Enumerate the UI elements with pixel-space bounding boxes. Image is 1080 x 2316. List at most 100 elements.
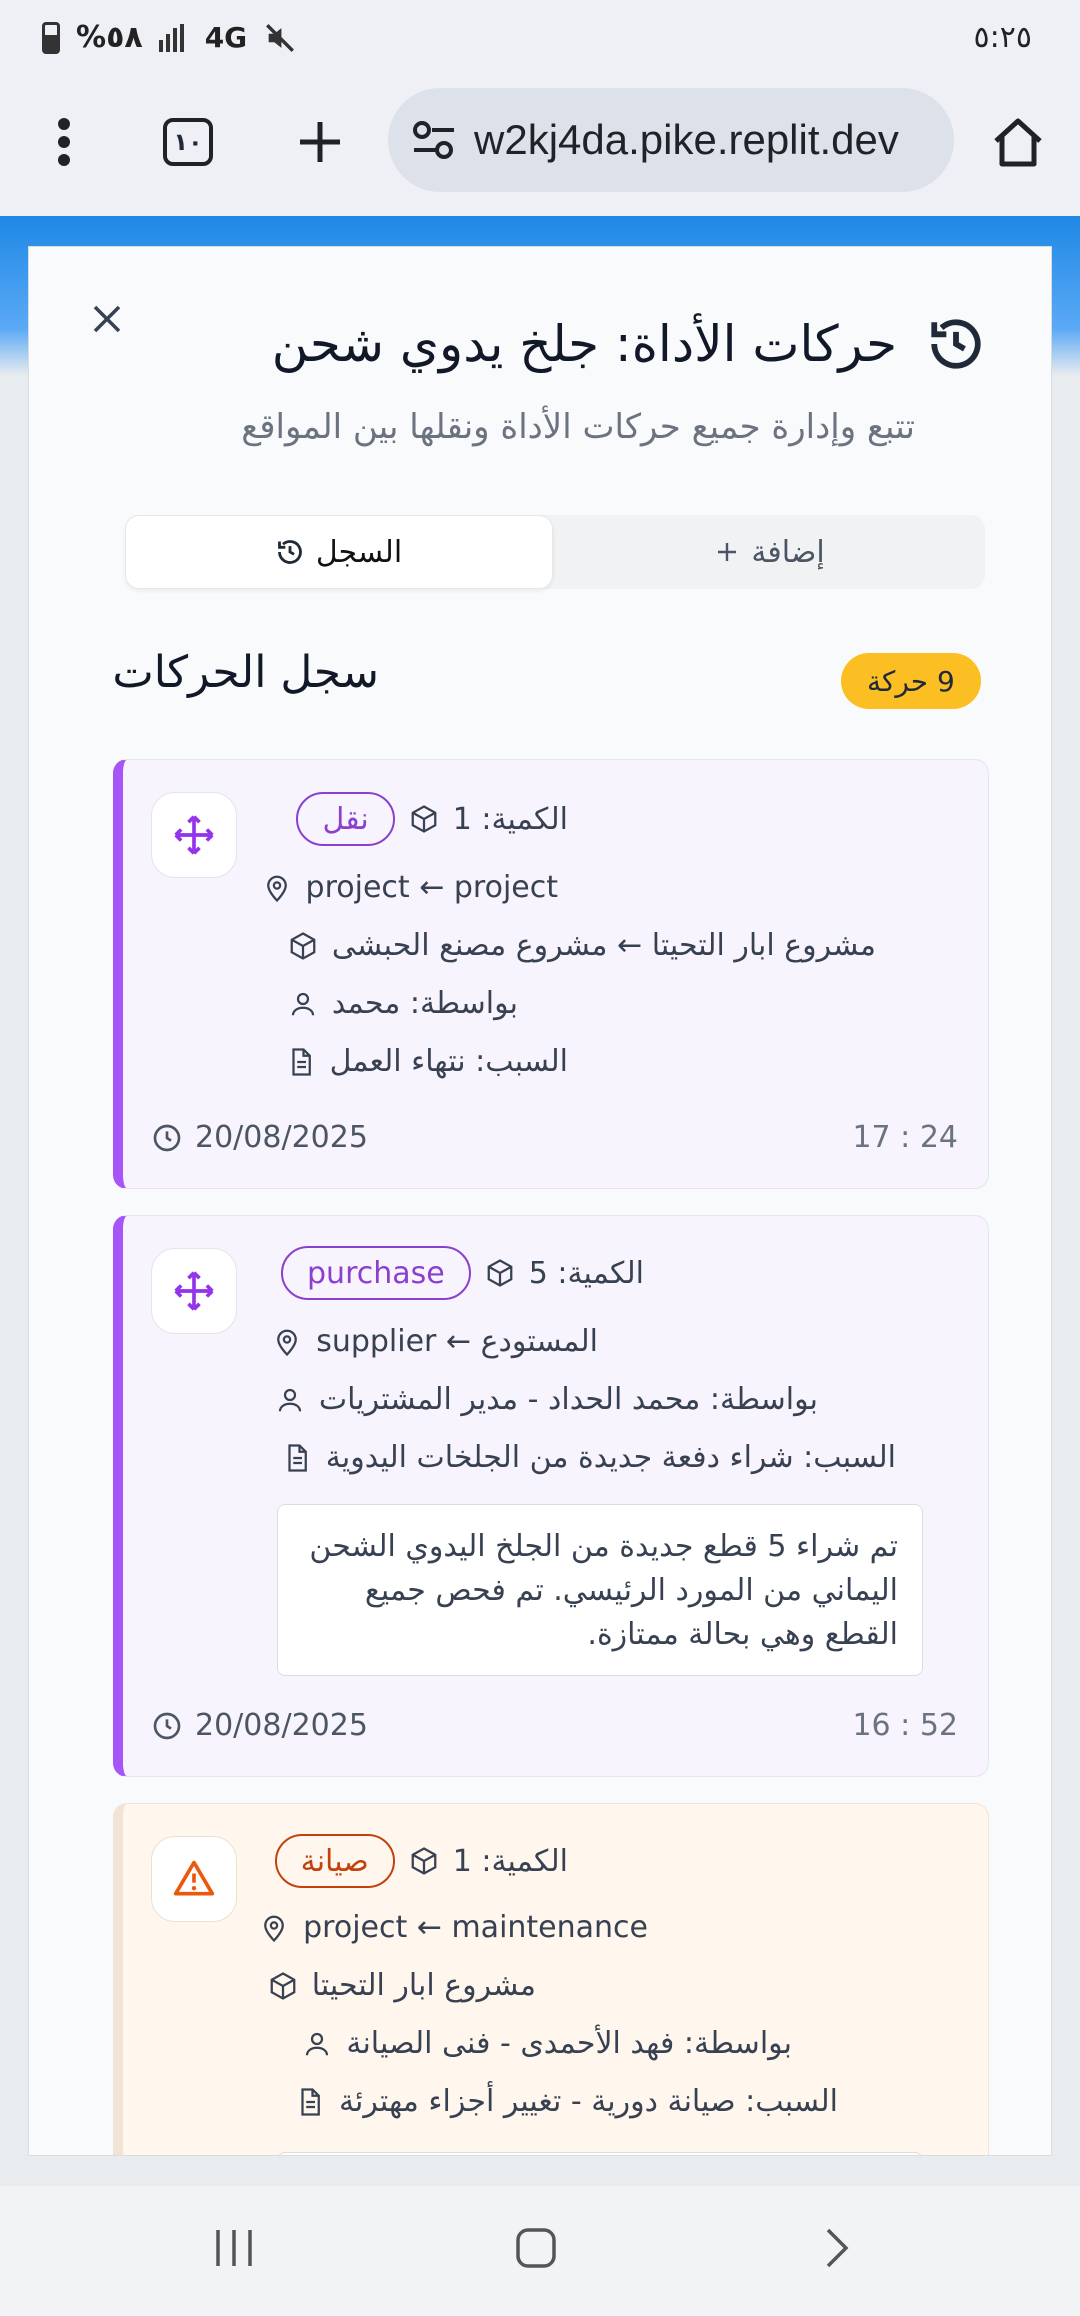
dialog-subtitle: تتبع وإدارة جميع حركات الأداة ونقلها بين… — [241, 407, 915, 447]
reason-row: السبب: صيانة دورية - تغيير أجزاء مهترئة — [295, 2084, 838, 2119]
plus-icon — [718, 543, 737, 561]
by-row: بواسطة: محمد الحداد - مدير المشتريات — [275, 1382, 818, 1417]
history-icon — [931, 319, 981, 369]
locations: supplier ← المستودع — [316, 1324, 598, 1359]
url-text: w2kj4da.pike.replit.dev — [474, 116, 899, 163]
locations-row: project ← project — [262, 870, 558, 905]
tabs-button[interactable]: ١٠ — [158, 112, 218, 172]
package-icon — [411, 805, 437, 833]
status-bar: %٥٨ 4G ٥:٢٥ — [0, 0, 1080, 80]
move-icon — [151, 1248, 237, 1334]
movement-type-badge: نقل — [296, 792, 395, 846]
network-type: 4G — [204, 21, 248, 54]
dialog-header: حركات الأداة: جلخ يدوي شحن — [272, 315, 985, 373]
new-tab-button[interactable] — [290, 112, 350, 172]
movement-card: الكمية: 1 صيانة project ← maintenance مش… — [113, 1803, 989, 2155]
movement-notes — [277, 2152, 923, 2155]
movement-date: 20/08/2025 — [195, 1120, 368, 1155]
tab-add[interactable]: إضافة — [555, 515, 985, 589]
site-settings-icon[interactable] — [412, 120, 456, 160]
close-icon[interactable] — [91, 295, 123, 346]
by-row: بواسطة: محمد — [288, 986, 518, 1021]
home-nav-icon[interactable] — [514, 2226, 558, 2270]
quantity: الكمية: 1 — [452, 801, 568, 837]
section-title: سجل الحركات — [112, 647, 379, 698]
map-pin-icon — [266, 875, 287, 902]
date-row: 20/08/2025 — [151, 1120, 368, 1155]
history-icon — [277, 540, 302, 564]
move-icon — [151, 792, 237, 878]
tab-history-label: السجل — [315, 534, 403, 570]
tab-count: ١٠ — [173, 128, 203, 156]
map-pin-icon — [264, 1915, 285, 1942]
movement-type-badge: purchase — [281, 1246, 471, 1300]
quantity-row: الكمية: 1 صيانة — [274, 1834, 568, 1888]
recent-apps-icon[interactable] — [212, 2226, 256, 2270]
package-icon — [487, 1259, 513, 1287]
warning-icon — [151, 1836, 237, 1922]
quantity-row: الكمية: 1 نقل — [296, 792, 568, 846]
clock-icon — [153, 1124, 181, 1151]
tabs-list: السجل إضافة — [125, 515, 985, 589]
locations: project ← project — [305, 870, 558, 905]
map-pin-icon — [277, 1329, 298, 1356]
home-icon — [994, 118, 1042, 167]
by-row: بواسطة: فهد الأحمدى - فنى الصيانة — [302, 2026, 792, 2061]
clock-icon — [153, 1712, 181, 1739]
tab-add-label: إضافة — [751, 534, 825, 570]
movement-date: 20/08/2025 — [195, 1708, 368, 1743]
clock-time: ٥:٢٥ — [973, 20, 1032, 55]
locations: project ← maintenance — [303, 1910, 648, 1945]
package-icon — [270, 1971, 296, 2000]
document-icon — [288, 1443, 307, 1472]
tabs-icon: ١٠ — [163, 118, 213, 166]
movement-time: 16 : 52 — [852, 1708, 958, 1743]
user-icon — [291, 992, 314, 1015]
performed-by: بواسطة: محمد — [331, 986, 518, 1021]
projects-row: مشروع ابار التحيتا ← مشروع مصنع الحبشى — [288, 928, 876, 963]
plus-icon — [300, 122, 340, 162]
document-icon — [301, 2087, 320, 2116]
reason: السبب: شراء دفعة جديدة من الجلخات اليدوي… — [325, 1440, 896, 1475]
user-icon — [306, 2032, 329, 2055]
date-row: 20/08/2025 — [151, 1708, 368, 1743]
more-vert-icon[interactable] — [34, 112, 94, 172]
battery-icon — [42, 21, 60, 54]
performed-by: بواسطة: محمد الحداد - مدير المشتريات — [318, 1382, 818, 1417]
signal-icon — [158, 23, 184, 52]
quantity-row: الكمية: 5 purchase — [281, 1246, 644, 1300]
document-icon — [291, 1047, 311, 1076]
address-bar[interactable]: w2kj4da.pike.replit.dev — [388, 88, 954, 192]
system-navigation-bar — [0, 2186, 1080, 2316]
movement-time: 17 : 24 — [852, 1120, 958, 1155]
user-icon — [278, 1388, 302, 1411]
count-badge: 9 حركة — [841, 653, 981, 709]
package-icon — [411, 1847, 437, 1875]
quantity: الكمية: 1 — [452, 1843, 568, 1879]
movement-type-badge: صيانة — [274, 1834, 395, 1888]
home-button[interactable] — [988, 112, 1048, 172]
reason: السبب: صيانة دورية - تغيير أجزاء مهترئة — [338, 2084, 838, 2119]
projects: مشروع ابار التحيتا — [311, 1968, 536, 2003]
projects-row: مشروع ابار التحيتا — [268, 1968, 536, 2003]
projects: مشروع ابار التحيتا ← مشروع مصنع الحبشى — [331, 928, 876, 963]
locations-row: supplier ← المستودع — [272, 1324, 598, 1359]
movement-card: الكمية: 1 نقل project ← project مشروع اب… — [113, 759, 989, 1189]
movements-dialog: حركات الأداة: جلخ يدوي شحن تتبع وإدارة ج… — [28, 246, 1052, 2156]
movement-card: الكمية: 5 purchase supplier ← المستودع ب… — [113, 1215, 989, 1777]
mute-icon — [266, 23, 295, 52]
reason-row: السبب: نتهاء العمل — [286, 1044, 568, 1079]
reason-row: السبب: شراء دفعة جديدة من الجلخات اليدوي… — [282, 1440, 896, 1475]
movement-notes: تم شراء 5 قطع جديدة من الجلخ اليدوي الشح… — [277, 1504, 923, 1676]
quantity: الكمية: 5 — [528, 1255, 644, 1291]
package-icon — [290, 931, 316, 960]
tab-history[interactable]: السجل — [125, 515, 553, 589]
back-icon[interactable] — [822, 2226, 852, 2270]
dialog-title: حركات الأداة: جلخ يدوي شحن — [271, 315, 897, 373]
browser-toolbar: ١٠ w2kj4da.pike.replit.dev — [0, 80, 1080, 216]
reason: السبب: نتهاء العمل — [329, 1044, 568, 1079]
performed-by: بواسطة: فهد الأحمدى - فنى الصيانة — [346, 2026, 792, 2061]
status-indicators: %٥٨ 4G — [42, 20, 297, 55]
locations-row: project ← maintenance — [259, 1910, 648, 1945]
battery-level: %٥٨ — [76, 20, 143, 55]
